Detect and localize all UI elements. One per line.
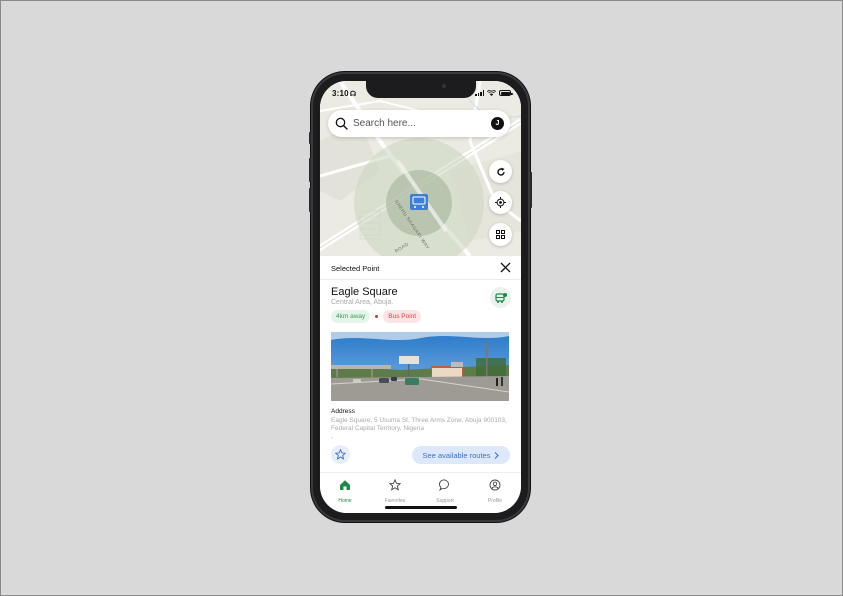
wifi-icon [487, 90, 496, 96]
see-routes-button[interactable]: See available routes [412, 446, 510, 464]
bus-point-badge [490, 287, 511, 308]
notch [366, 81, 476, 98]
place-photo-image [331, 332, 509, 401]
tab-home[interactable]: Home [325, 478, 365, 504]
close-icon[interactable] [500, 262, 511, 273]
refresh-icon [496, 167, 505, 176]
search-input[interactable]: Search here... [353, 118, 416, 129]
user-icon [489, 479, 501, 491]
phone-frame: SHEHU SHAGARI WAY ROAD 3:10☊ Search here… [309, 72, 532, 522]
place-tags: 4km away Bus Point [331, 310, 422, 323]
volume-down-button [309, 188, 311, 212]
locate-me-button[interactable] [489, 191, 512, 214]
tab-profile-label: Profile [487, 498, 503, 504]
favorite-button[interactable] [331, 445, 350, 464]
status-time-text: 3:10 [332, 89, 349, 98]
volume-up-button [309, 158, 311, 182]
headphones-icon: ☊ [349, 91, 357, 98]
distance-badge: 4km away [331, 310, 371, 323]
place-photo [331, 332, 509, 401]
cellular-signal-icon [475, 90, 484, 96]
status-time: 3:10☊ [332, 89, 356, 98]
address-text: Eagle Square, 5 Usuma St, Three Arms Zon… [331, 417, 507, 432]
selected-point-sheet: Selected Point Eagle Square Central Area… [320, 256, 521, 472]
separator-dot [375, 315, 379, 318]
place-name: Eagle Square [331, 286, 398, 298]
profile-avatar[interactable]: J [491, 117, 504, 130]
power-button [530, 172, 532, 208]
search-bar[interactable]: Search here... J [328, 110, 510, 137]
star-icon [335, 449, 346, 460]
map-layers-button[interactable] [489, 223, 512, 246]
tab-support-label: Support [436, 498, 454, 504]
bus-point-tag: Bus Point [383, 310, 422, 323]
home-indicator [385, 506, 457, 509]
tab-favorites[interactable]: Favorites [375, 478, 415, 504]
see-routes-label: See available routes [422, 450, 491, 460]
battery-icon [499, 90, 513, 96]
camera [442, 84, 446, 88]
sheet-header: Selected Point [320, 256, 521, 280]
bus-icon [494, 292, 507, 303]
search-icon [335, 117, 348, 130]
address-label: Address [331, 408, 355, 415]
phone-screen: SHEHU SHAGARI WAY ROAD 3:10☊ Search here… [320, 81, 521, 513]
home-icon [340, 480, 350, 490]
sheet-title: Selected Point [331, 264, 380, 273]
status-icons [475, 90, 513, 96]
tab-home-label: Home [338, 498, 352, 504]
locate-icon [495, 197, 506, 208]
tab-favorites-label: Favorites [384, 498, 406, 504]
tab-profile[interactable]: Profile [475, 478, 515, 504]
star-icon [388, 478, 402, 491]
place-area: Central Area, Abuja. [331, 299, 394, 306]
refresh-map-button[interactable] [489, 160, 512, 183]
mute-switch [309, 132, 311, 144]
address-extra: - [331, 434, 334, 441]
grid-icon [496, 230, 505, 239]
chevron-right-icon [495, 451, 500, 459]
tab-support[interactable]: Support [425, 478, 465, 504]
chat-icon [439, 479, 449, 492]
